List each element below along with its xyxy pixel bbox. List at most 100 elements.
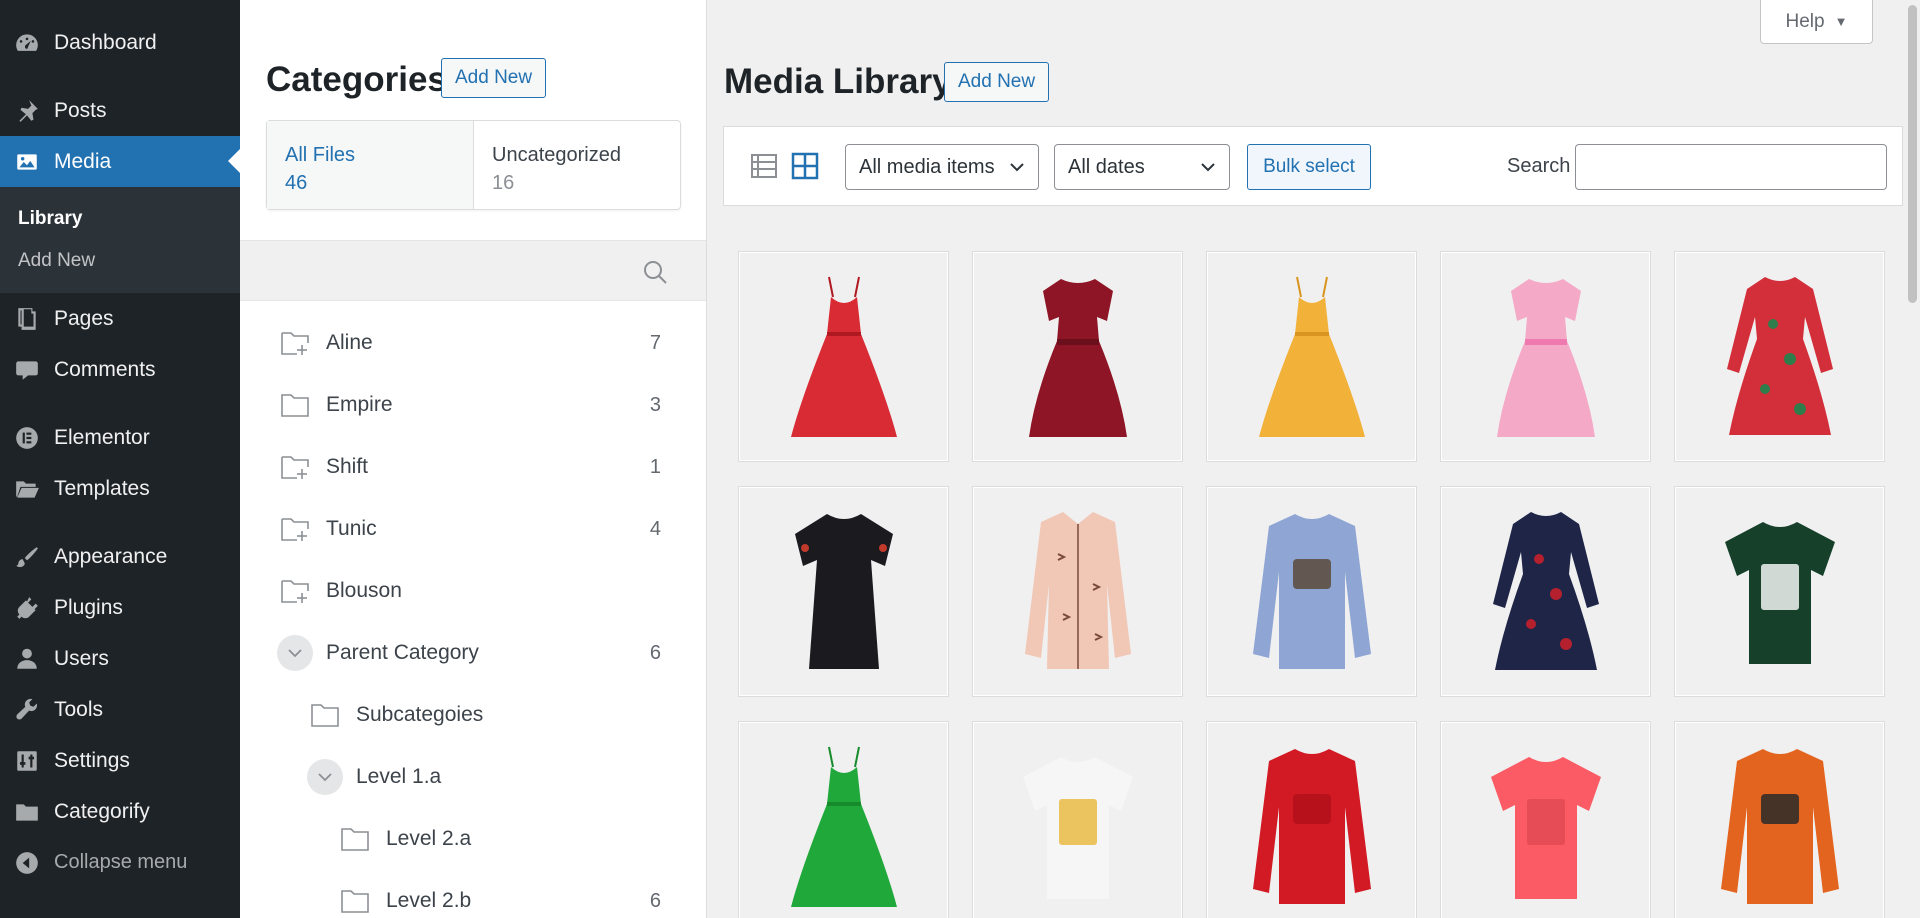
media-grid	[738, 251, 1898, 918]
media-item-navy-embroidered-dress[interactable]	[1440, 486, 1651, 697]
media-item-orange-long-sleeve-car-tee[interactable]	[1674, 721, 1885, 918]
category-name: Blouson	[326, 579, 402, 602]
chevron-down-icon[interactable]	[307, 759, 343, 795]
media-item-white-graphic-tee[interactable]	[972, 721, 1183, 918]
media-item-burgundy-lace-midi-dress[interactable]	[972, 251, 1183, 462]
grid-view-icon[interactable]	[790, 151, 820, 181]
paintbrush-icon	[13, 543, 41, 571]
collapse-menu-button[interactable]: Collapse menu	[0, 837, 240, 888]
sidebar-item-dashboard[interactable]: Dashboard	[0, 17, 240, 68]
elementor-icon	[13, 424, 41, 452]
categories-panel: Categories Add New All Files 46 Uncatego…	[240, 0, 707, 918]
uncategorized-tab[interactable]: Uncategorized 16	[474, 121, 680, 209]
media-item-green-best-dog-mom-tee[interactable]	[1674, 486, 1885, 697]
search-label: Search	[1507, 155, 1571, 177]
category-item[interactable]: Level 2.b 6	[240, 876, 706, 918]
media-thumbnail	[794, 514, 893, 669]
media-item-coral-tee[interactable]	[1440, 721, 1651, 918]
folder-icon	[13, 798, 41, 826]
folder-plus-icon	[280, 578, 310, 604]
category-count: 7	[649, 331, 661, 354]
comment-icon	[13, 356, 41, 384]
wrench-icon	[13, 696, 41, 724]
media-item-blue-long-sleeve-eagle-tee[interactable]	[1206, 486, 1417, 697]
scrollbar-thumb[interactable]	[1908, 5, 1917, 303]
media-item-yellow-flared-dress[interactable]	[1206, 251, 1417, 462]
category-name: Level 1.a	[356, 765, 442, 788]
sidebar-item-label: Categorify	[54, 799, 150, 823]
category-count: 6	[649, 889, 661, 912]
category-search-bar[interactable]	[240, 240, 706, 301]
category-item[interactable]: Empire 3	[240, 380, 706, 430]
settings-icon	[13, 747, 41, 775]
category-name: Tunic	[326, 517, 377, 540]
media-item-black-embroidered-shift-dress[interactable]	[738, 486, 949, 697]
chevron-down-icon[interactable]	[277, 635, 313, 671]
category-item[interactable]: Level 1.a	[240, 752, 706, 802]
category-item[interactable]: Subcategoies	[240, 690, 706, 740]
category-name: Empire	[326, 393, 393, 416]
sidebar-item-elementor[interactable]: Elementor	[0, 412, 240, 463]
media-item-green-maxi-dress[interactable]	[738, 721, 949, 918]
media-thumbnail	[1252, 749, 1371, 904]
category-item[interactable]: Tunic 4	[240, 504, 706, 554]
collapse-icon	[13, 849, 41, 877]
media-thumbnail	[790, 276, 897, 437]
all-files-label: All Files	[285, 144, 356, 166]
folder-plus-icon	[280, 454, 310, 480]
submenu-item-library[interactable]: Library	[18, 208, 82, 230]
media-item-pink-tutu-dress[interactable]	[1440, 251, 1651, 462]
sidebar-item-label: Plugins	[54, 595, 123, 619]
folder-icon	[340, 888, 370, 914]
category-item[interactable]: Aline 7	[240, 318, 706, 368]
media-thumbnail	[1252, 514, 1371, 669]
category-item[interactable]: Parent Category 6	[240, 628, 706, 678]
all-files-tab[interactable]: All Files 46	[267, 121, 474, 209]
sidebar-item-label: Pages	[54, 306, 114, 330]
page-scrollbar[interactable]	[1905, 0, 1920, 918]
sidebar-item-comments[interactable]: Comments	[0, 344, 240, 395]
category-item[interactable]: Blouson	[240, 566, 706, 616]
media-thumbnail	[1496, 279, 1595, 437]
media-item-red-floral-print-dress[interactable]	[1674, 251, 1885, 462]
media-library-title: Media Library	[724, 62, 952, 101]
sidebar-item-appearance[interactable]: Appearance	[0, 531, 240, 582]
media-type-filter[interactable]: All media items	[845, 144, 1039, 190]
pages-icon	[13, 305, 41, 333]
sidebar-item-pages[interactable]: Pages	[0, 293, 240, 344]
category-name: Level 2.a	[386, 827, 472, 850]
media-search-input[interactable]	[1575, 144, 1887, 190]
sidebar-item-users[interactable]: Users	[0, 633, 240, 684]
sidebar-item-posts[interactable]: Posts	[0, 85, 240, 136]
media-item-red-lace-slip-dress[interactable]	[738, 251, 949, 462]
search-icon[interactable]	[642, 259, 668, 285]
date-filter[interactable]: All dates	[1054, 144, 1230, 190]
list-view-icon[interactable]	[749, 151, 779, 181]
category-item[interactable]: Shift 1	[240, 442, 706, 492]
categories-add-new-button[interactable]: Add New	[441, 58, 547, 98]
media-type-filter-value: All media items	[859, 155, 995, 178]
sidebar-item-label: Dashboard	[54, 30, 157, 54]
sidebar-item-plugins[interactable]: Plugins	[0, 582, 240, 633]
sidebar-item-media[interactable]: Media	[0, 136, 240, 187]
media-item-red-long-sleeve-tee[interactable]	[1206, 721, 1417, 918]
category-name: Level 2.b	[386, 889, 472, 912]
folder-plus-icon	[280, 516, 310, 542]
help-button[interactable]: Help ▼	[1760, 0, 1873, 44]
sidebar-item-tools[interactable]: Tools	[0, 684, 240, 735]
media-add-new-button[interactable]: Add New	[944, 62, 1050, 102]
bulk-select-button[interactable]: Bulk select	[1247, 144, 1371, 190]
media-thumbnail	[1028, 279, 1127, 437]
sidebar-item-categorify[interactable]: Categorify	[0, 786, 240, 837]
submenu-item-add-new[interactable]: Add New	[18, 250, 95, 272]
category-item[interactable]: Level 2.a	[240, 814, 706, 864]
media-item-pink-bird-print-shirt[interactable]	[972, 486, 1183, 697]
sidebar-item-settings[interactable]: Settings	[0, 735, 240, 786]
sidebar-item-templates[interactable]: Templates	[0, 463, 240, 514]
sidebar-item-label: Elementor	[54, 425, 150, 449]
category-count: 1	[649, 455, 661, 478]
category-count: 4	[649, 517, 661, 540]
help-label: Help	[1785, 10, 1825, 32]
media-icon	[13, 148, 41, 176]
media-thumbnail	[1492, 512, 1599, 670]
